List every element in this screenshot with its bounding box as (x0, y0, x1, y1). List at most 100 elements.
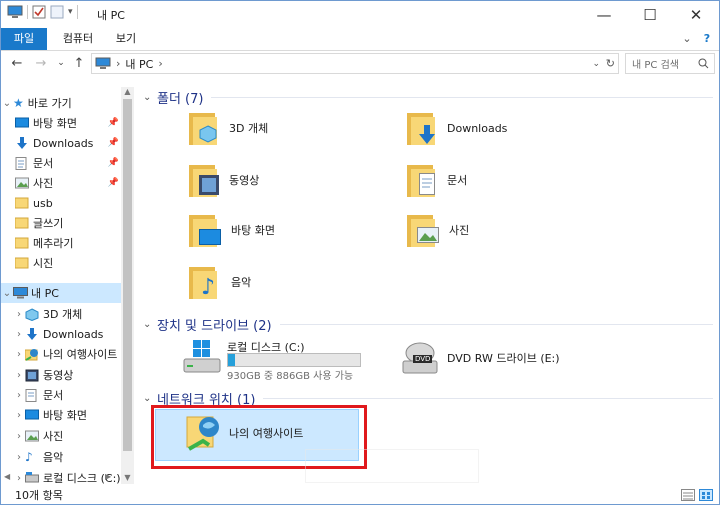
nav-scrollbar[interactable]: ▲ ▼ (121, 87, 134, 484)
nav-item-pictures-pc[interactable]: › 사진 (1, 426, 121, 446)
this-pc-icon (95, 57, 111, 69)
customize-toolbar-icon[interactable]: ▾ (68, 7, 73, 17)
search-input[interactable]: 내 PC 검색 (632, 56, 679, 71)
nav-label: 사진 (43, 430, 64, 443)
toolbar-separator (27, 5, 28, 19)
desktop-icon (25, 409, 39, 422)
nav-quick-access[interactable]: ⌄ ★ 바로 가기 (1, 93, 121, 113)
chevron-down-icon[interactable]: ⌄ (143, 319, 157, 330)
nav-item-desktop-pc[interactable]: › 바탕 화면 (1, 405, 121, 425)
close-button[interactable]: ✕ (673, 1, 719, 28)
chevron-down-icon[interactable]: ⌄ (143, 393, 157, 404)
scrollbar-thumb[interactable] (123, 99, 132, 451)
chevron-down-icon[interactable]: ⌄ (143, 92, 157, 103)
expand-arrow-icon[interactable]: › (13, 410, 25, 421)
expand-arrow-icon[interactable]: › (13, 431, 25, 442)
nav-horizontal-scrollbar[interactable]: ◀ ▶ (1, 470, 134, 485)
tab-computer[interactable]: 컴퓨터 (53, 28, 103, 50)
expand-arrow-icon[interactable]: › (13, 370, 25, 381)
nav-item-pictures[interactable]: 사진 📌 (1, 173, 121, 193)
breadcrumb-this-pc[interactable]: 내 PC (125, 56, 153, 72)
nav-item-documents[interactable]: 문서 📌 (1, 153, 121, 173)
tile-label: 음악 (231, 276, 252, 289)
pin-icon: 📌 (107, 138, 119, 148)
maximize-button[interactable]: ☐ (627, 1, 673, 28)
folder-desktop[interactable]: 바탕 화면 (189, 213, 275, 247)
recent-locations-button[interactable]: ⌄ (53, 55, 69, 71)
3d-objects-icon (25, 307, 39, 321)
video-icon (25, 369, 39, 382)
nav-item-usb[interactable]: usb (1, 193, 121, 213)
pictures-icon (15, 177, 29, 190)
expand-arrow-icon[interactable]: ⌄ (1, 98, 13, 109)
nav-label: 문서 (33, 157, 54, 170)
nav-item-writing[interactable]: 글쓰기 (1, 213, 121, 233)
nav-item-3d-objects[interactable]: › 3D 개체 (1, 304, 121, 324)
nav-item-desktop[interactable]: 바탕 화면 📌 (1, 113, 121, 133)
group-divider (263, 398, 713, 399)
expand-arrow-icon[interactable]: › (13, 309, 25, 320)
explorer-window: ▾ 내 PC — ☐ ✕ 파일 컴퓨터 보기 ⌄ ? ← → ⌄ ↑ › 내 P… (0, 0, 720, 505)
quick-access-toolbar: ▾ (7, 5, 78, 19)
this-pc-icon (7, 5, 23, 18)
minimize-button[interactable]: — (581, 1, 627, 28)
search-icon (698, 58, 709, 69)
expand-arrow-icon[interactable]: › (13, 329, 25, 340)
back-button[interactable]: ← (9, 55, 25, 71)
nav-item-documents-pc[interactable]: › 문서 (1, 385, 121, 405)
3d-objects-icon (189, 111, 217, 145)
drive-local-c[interactable]: 로컬 디스크 (C:) 930GB 중 886GB 사용 가능 (183, 339, 367, 382)
nav-item-downloads[interactable]: Downloads 📌 (1, 133, 121, 153)
expand-arrow-icon[interactable]: › (13, 452, 25, 463)
properties-icon[interactable] (32, 5, 46, 19)
scroll-up-icon[interactable]: ▲ (121, 87, 134, 96)
expand-arrow-icon[interactable]: › (13, 349, 25, 360)
tab-view[interactable]: 보기 (107, 28, 145, 50)
nav-item-downloads-pc[interactable]: › Downloads (1, 324, 121, 344)
large-icons-view-icon[interactable] (699, 489, 713, 501)
tile-label: 문서 (447, 174, 468, 187)
group-folders[interactable]: ⌄ 폴더 (7) (143, 88, 713, 107)
maximize-icon: ☐ (643, 5, 657, 24)
nav-label: 내 PC (31, 287, 59, 300)
expand-arrow-icon[interactable]: ⌄ (1, 288, 13, 299)
nav-item-photo[interactable]: 시진 (1, 253, 121, 273)
address-row: ← → ⌄ ↑ › 내 PC › ⌄ ↻ 내 PC 검색 (1, 51, 719, 76)
address-bar[interactable]: › 내 PC › ⌄ ↻ (91, 53, 619, 74)
folder-pictures[interactable]: 사진 (407, 213, 469, 247)
address-dropdown-icon[interactable]: ⌄ (592, 59, 600, 69)
drive-dvd-e[interactable]: DVD DVD RW 드라이브 (E:) (401, 341, 560, 375)
folder-icon (14, 257, 29, 270)
up-button[interactable]: ↑ (71, 55, 87, 71)
help-icon[interactable]: ? (699, 28, 715, 50)
tab-file[interactable]: 파일 (1, 28, 47, 50)
folder-downloads[interactable]: Downloads (407, 111, 507, 145)
tile-label: 3D 개체 (229, 122, 269, 135)
nav-item-music[interactable]: › ♪ 음악 (1, 447, 121, 467)
group-divider (211, 97, 713, 98)
expand-arrow-icon[interactable]: › (13, 390, 25, 401)
folder-documents[interactable]: 문서 (407, 163, 467, 197)
folder-music[interactable]: ♪ 음악 (189, 265, 252, 300)
scroll-right-icon[interactable]: ▶ (105, 472, 111, 481)
this-pc-icon (13, 286, 28, 300)
refresh-button[interactable]: ↻ (606, 57, 615, 70)
dvd-drive-icon: DVD (401, 341, 439, 375)
details-view-icon[interactable] (681, 489, 695, 501)
new-folder-icon[interactable] (50, 5, 64, 19)
music-icon: ♪ (25, 449, 33, 464)
nav-item-quail[interactable]: 메추라기 (1, 233, 121, 253)
nav-this-pc[interactable]: ⌄ 내 PC (1, 283, 121, 303)
forward-button[interactable]: → (33, 55, 49, 71)
expand-ribbon-icon[interactable]: ⌄ (679, 28, 695, 50)
folder-videos[interactable]: 동영상 (189, 163, 259, 197)
search-box[interactable]: 내 PC 검색 (625, 53, 715, 74)
pin-icon: 📌 (107, 118, 119, 128)
nav-item-videos[interactable]: › 동영상 (1, 365, 121, 385)
group-devices[interactable]: ⌄ 장치 및 드라이브 (2) (143, 315, 713, 334)
nav-label: 메추라기 (33, 237, 74, 250)
nav-item-travel-site[interactable]: › 나의 여행사이트 (1, 344, 121, 364)
folder-3d-objects[interactable]: 3D 개체 (189, 111, 268, 145)
nav-label: 문서 (43, 389, 64, 402)
scroll-left-icon[interactable]: ◀ (4, 472, 10, 481)
